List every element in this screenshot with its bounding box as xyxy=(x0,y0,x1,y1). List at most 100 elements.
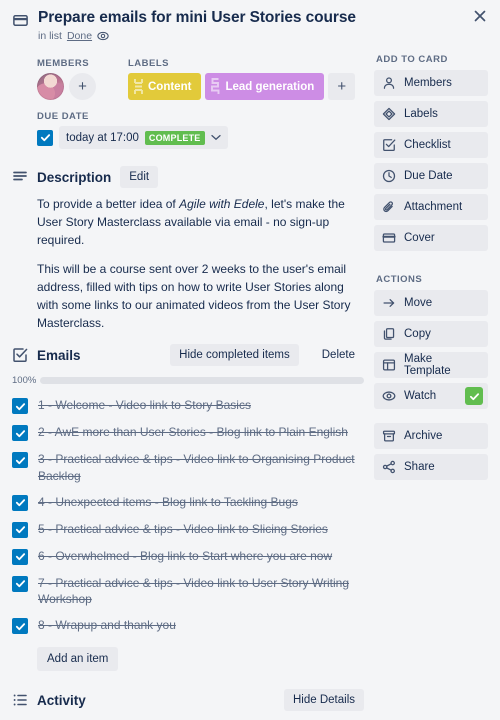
due-date-pill[interactable]: today at 17:00 COMPLETE xyxy=(59,126,228,150)
checklist-item[interactable]: 1 - Welcome - Video link to Story Basics xyxy=(12,392,364,419)
card-list-location: in list Done xyxy=(38,30,460,42)
actions-list: Move Copy Make Template Watch xyxy=(374,290,488,410)
window-icon xyxy=(12,12,30,42)
checklist-item-label: 4 - Unexpected items - Blog link to Tack… xyxy=(38,494,298,509)
label-text: Content xyxy=(148,80,192,93)
checklist-item[interactable]: 7 - Practical advice & tips - Video link… xyxy=(12,570,364,612)
checklist-item-checkbox[interactable] xyxy=(12,521,28,538)
checklist-item-checkbox[interactable] xyxy=(12,425,28,442)
checklist-item[interactable]: 8 - Wrapup and thank you xyxy=(12,612,364,639)
due-date-heading: DUE DATE xyxy=(37,111,89,123)
checklist-item[interactable]: 4 - Unexpected items - Blog link to Tack… xyxy=(12,489,364,516)
add-to-card-labels-button[interactable]: Labels xyxy=(374,101,488,128)
hide-completed-items-button[interactable]: Hide completed items xyxy=(170,344,299,367)
progress-track xyxy=(40,377,364,385)
action-move-button[interactable]: Move xyxy=(374,290,488,317)
add-to-card-due-date-button[interactable]: Due Date xyxy=(374,163,488,190)
add-to-card-members-button[interactable]: Members xyxy=(374,70,488,97)
checklist-item[interactable]: 3 - Practical advice & tips - Video link… xyxy=(12,446,364,488)
checklist-item-label: 2 - AwE more than User Stories - Blog li… xyxy=(38,425,348,440)
checklist-item-checkbox[interactable] xyxy=(12,398,28,415)
section-title: Emails xyxy=(37,347,81,363)
add-label-button[interactable]: + xyxy=(328,73,356,101)
checklist-item[interactable]: 5 - Practical advice & tips - Video link… xyxy=(12,516,364,543)
share-icon xyxy=(382,460,396,474)
avatar[interactable] xyxy=(37,73,64,101)
add-to-card-list: Members Labels Checklist Due Date Attachment… xyxy=(374,70,488,252)
checklist-icon xyxy=(12,347,28,363)
side-button-label: Copy xyxy=(404,328,431,341)
due-date-value: today at 17:00 xyxy=(66,131,139,144)
side-button-label: Move xyxy=(404,297,433,310)
due-date-block: DUE DATE today at 17:00 COMPLETE xyxy=(37,111,364,150)
side-button-label: Watch xyxy=(404,390,437,403)
checklist-items: 1 - Welcome - Video link to Story Basics… xyxy=(12,392,364,639)
in-list-text: in list xyxy=(38,30,62,43)
actions-heading: ACTIONS xyxy=(376,274,423,286)
labels-block: LABELS Content Lead generation + xyxy=(128,58,356,101)
watch-enabled-badge[interactable] xyxy=(465,387,483,406)
arrow-right-icon xyxy=(382,296,396,310)
add-to-card-attachment-button[interactable]: Attachment xyxy=(374,194,488,221)
side-button-label: Make Template xyxy=(404,353,451,378)
description-paragraph-1: To provide a better idea of Agile with E… xyxy=(37,195,364,249)
action-copy-button[interactable]: Copy xyxy=(374,321,488,348)
description-section: Description Edit To provide a better ide… xyxy=(13,166,364,332)
members-block: MEMBERS + xyxy=(37,58,96,101)
side-button-label: Share xyxy=(404,461,435,474)
checklist-item-checkbox[interactable] xyxy=(12,548,28,565)
checklist-item-label: 3 - Practical advice & tips - Video link… xyxy=(38,452,355,483)
desc-p1-pre: To provide a better idea of xyxy=(37,197,180,212)
card-detail-modal: Prepare emails for mini User Stories cou… xyxy=(0,0,500,720)
add-checklist-item-button[interactable]: Add an item xyxy=(37,647,119,672)
clock-icon xyxy=(382,169,396,183)
archive-icon xyxy=(382,429,396,443)
side-button-label: Archive xyxy=(404,430,443,443)
checklist-item[interactable]: 2 - AwE more than User Stories - Blog li… xyxy=(12,419,364,446)
side-button-label: Due Date xyxy=(404,170,453,183)
eye-icon[interactable] xyxy=(97,30,109,42)
section-title: Description xyxy=(37,169,112,185)
side-button-label: Members xyxy=(404,77,452,90)
checklist-item-checkbox[interactable] xyxy=(12,618,28,635)
list-name-link[interactable]: Done xyxy=(67,30,92,42)
side-button-label: Cover xyxy=(404,232,435,245)
description-icon xyxy=(12,169,28,185)
card-header: Prepare emails for mini User Stories cou… xyxy=(12,8,488,42)
action-watch-button[interactable]: Watch xyxy=(374,383,488,410)
checklist-item-checkbox[interactable] xyxy=(12,494,28,511)
delete-checklist-button[interactable]: Delete xyxy=(313,344,364,366)
chevron-down-icon[interactable] xyxy=(210,134,221,141)
label-chip-lead-generation[interactable]: Lead generation xyxy=(205,73,325,101)
due-date-checkbox[interactable] xyxy=(37,129,53,146)
edit-description-button[interactable]: Edit xyxy=(120,166,159,189)
sidebar: ADD TO CARD Members Labels Checklist Due Da… xyxy=(374,52,488,720)
close-icon xyxy=(472,8,492,24)
add-to-card-checklist-button[interactable]: Checklist xyxy=(374,132,488,159)
add-member-button[interactable]: + xyxy=(69,73,96,101)
checklist-section: Emails Hide completed items Delete 100% … xyxy=(12,344,364,672)
person-icon xyxy=(382,76,396,90)
action-archive-button[interactable]: Archive xyxy=(374,423,488,450)
side-button-label: Labels xyxy=(404,108,438,121)
checklist-item-label: 6 - Overwhelmed - Blog link to Start whe… xyxy=(38,548,333,563)
hide-details-button[interactable]: Hide Details xyxy=(284,689,364,712)
labels-heading: LABELS xyxy=(128,58,169,70)
description-body[interactable]: To provide a better idea of Agile with E… xyxy=(37,195,364,332)
checklist-item-label: 7 - Practical advice & tips - Video link… xyxy=(38,575,350,606)
action-make-template-button[interactable]: Make Template xyxy=(374,352,488,379)
add-to-card-cover-button[interactable]: Cover xyxy=(374,225,488,252)
template-icon xyxy=(382,358,396,372)
checklist-item-label: 5 - Practical advice & tips - Video link… xyxy=(38,521,328,536)
description-paragraph-2: This will be a course sent over 2 weeks … xyxy=(37,262,351,331)
close-button[interactable] xyxy=(472,6,492,26)
checklist-item[interactable]: 6 - Overwhelmed - Blog link to Start whe… xyxy=(12,543,364,570)
label-chip-content[interactable]: Content xyxy=(128,73,202,101)
checklist-item-checkbox[interactable] xyxy=(12,575,28,592)
checklist-item-checkbox[interactable] xyxy=(12,452,28,469)
label-icon xyxy=(382,107,396,121)
page-title: Prepare emails for mini User Stories cou… xyxy=(38,9,356,26)
checklist-item-label: 1 - Welcome - Video link to Story Basics xyxy=(38,398,251,413)
actions-list-secondary: Archive Share xyxy=(374,423,488,481)
action-share-button[interactable]: Share xyxy=(374,454,488,481)
